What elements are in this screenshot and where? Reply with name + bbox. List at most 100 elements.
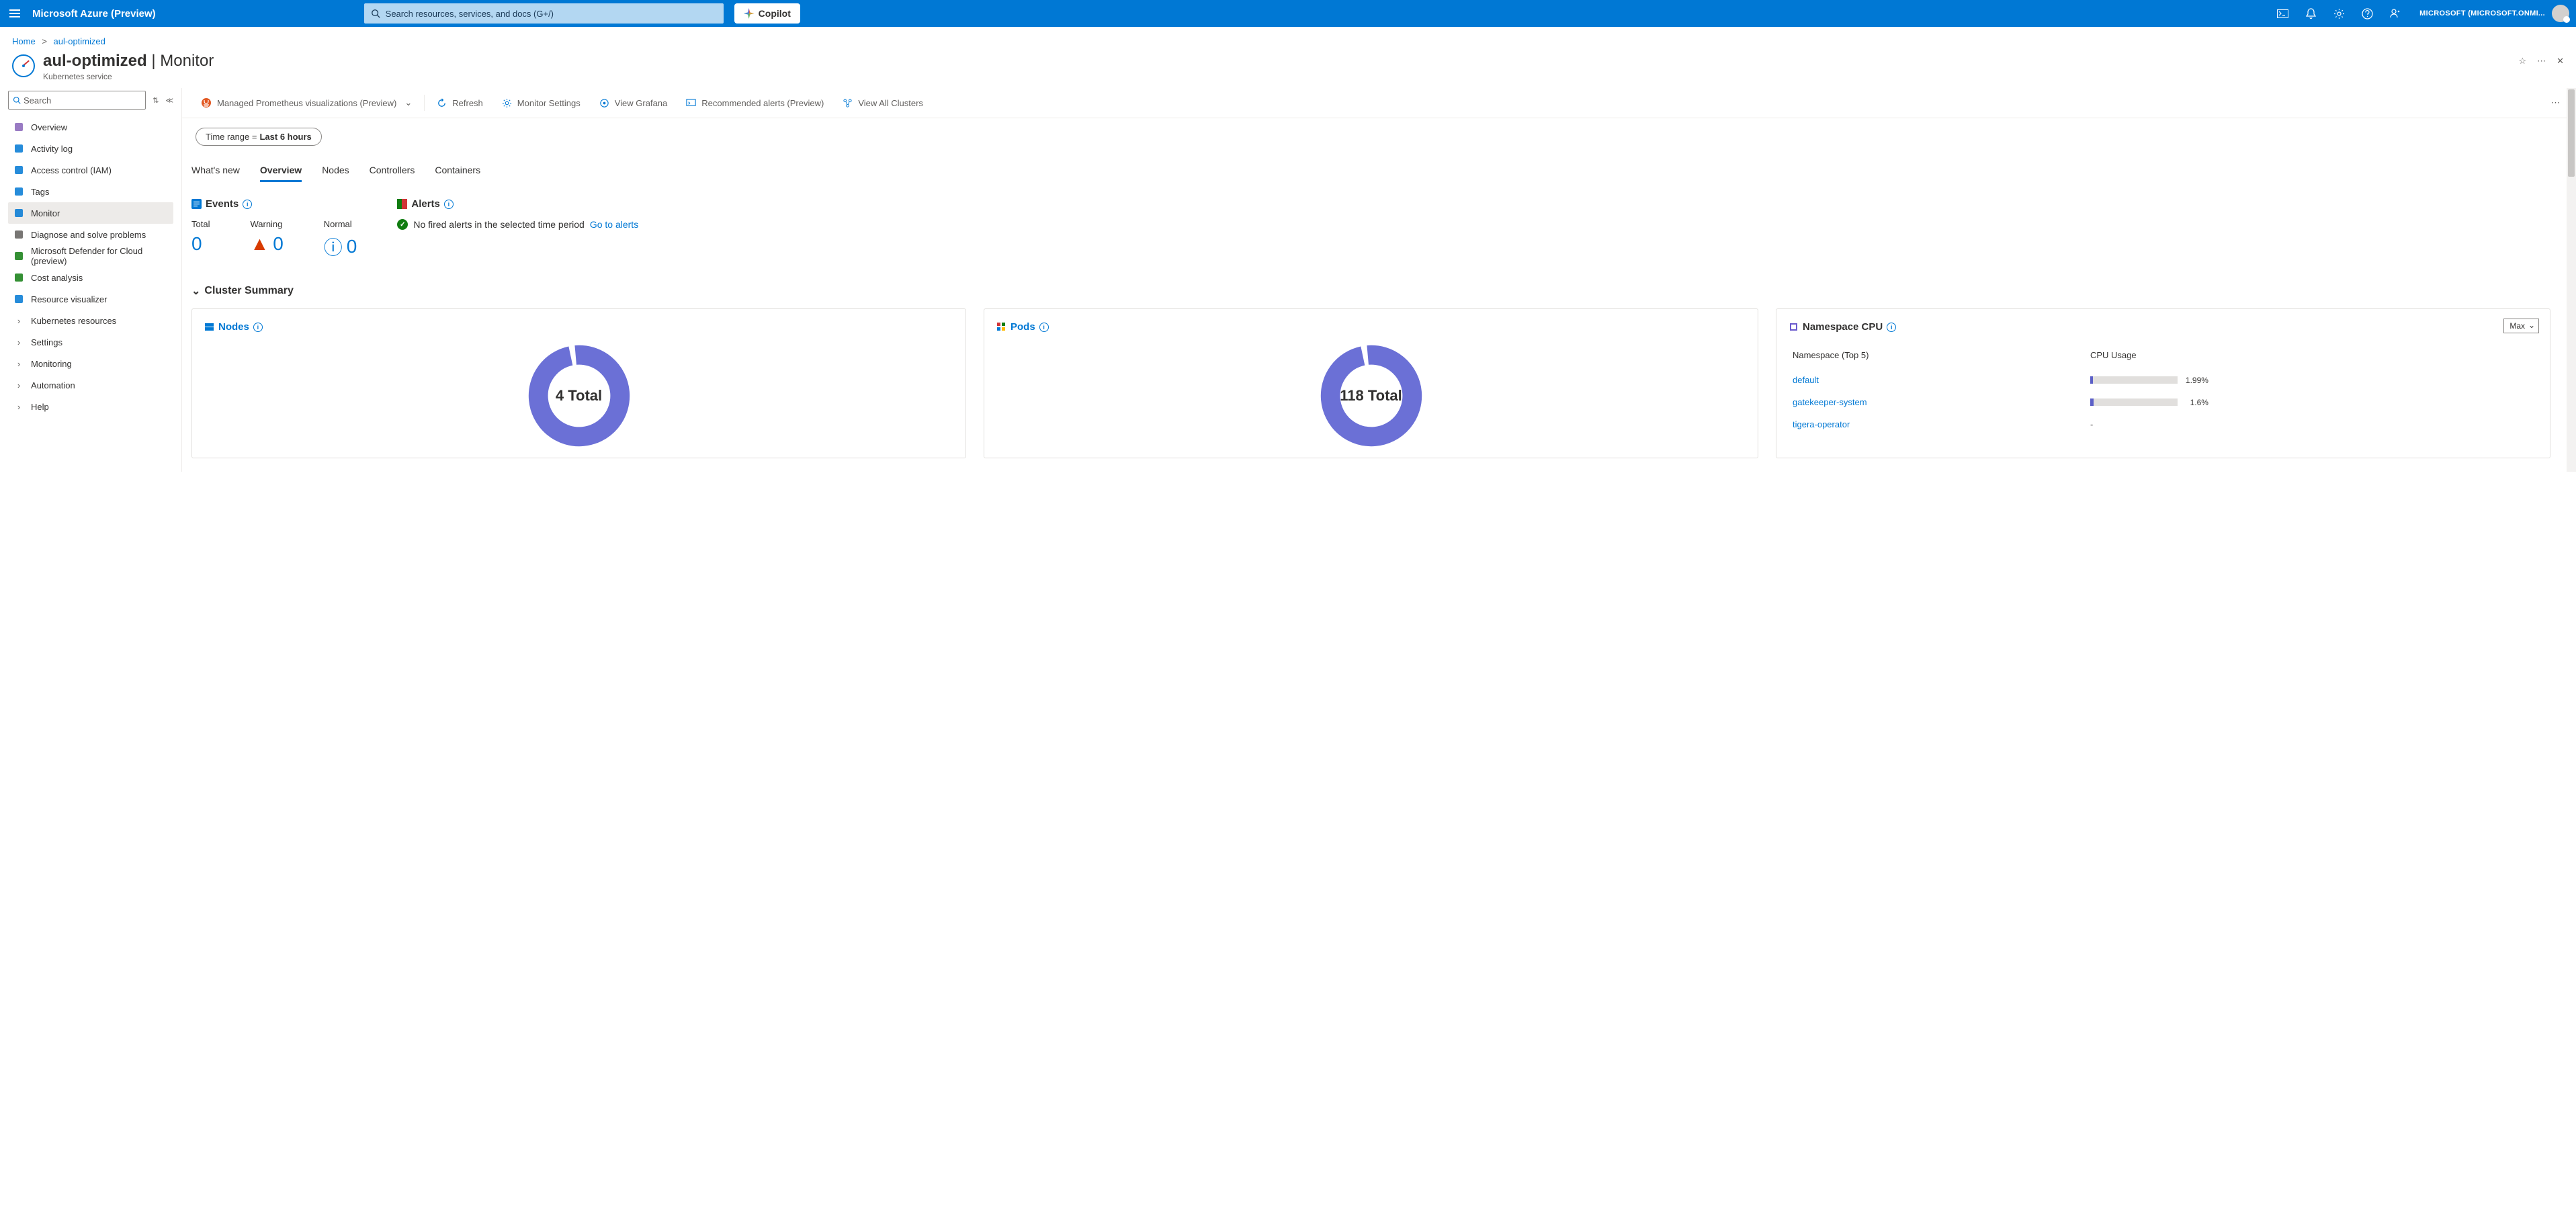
namespace-cpu-card: Namespace CPU i Max Namespace (Top 5) CP… (1776, 308, 2550, 458)
sidebar-collapse-button[interactable]: ≪ (165, 96, 173, 105)
table-row: tigera-operator - (1790, 414, 2536, 435)
sidebar-item-label: Tags (31, 187, 49, 197)
namespace-link[interactable]: default (1793, 375, 1819, 385)
chevron-down-icon: ⌄ (404, 97, 412, 108)
sidebar-item-overview[interactable]: Overview (8, 116, 173, 138)
go-to-alerts-link[interactable]: Go to alerts (590, 219, 638, 230)
info-icon[interactable]: i (444, 200, 454, 209)
events-icon (191, 199, 202, 209)
clusters-icon (843, 98, 853, 108)
more-button[interactable]: ⋯ (2537, 56, 2546, 67)
nodes-card: Nodes i 4 Total (191, 308, 966, 458)
events-total-value[interactable]: 0 (191, 233, 210, 255)
sidebar-item-kubernetes-resources[interactable]: ›Kubernetes resources (8, 310, 173, 331)
pods-card: Pods i 118 Total (984, 308, 1758, 458)
sidebar-item-diagnose-and-solve-problems[interactable]: Diagnose and solve problems (8, 224, 173, 245)
sidebar-item-activity-log[interactable]: Activity log (8, 138, 173, 159)
tab-controllers[interactable]: Controllers (370, 161, 415, 182)
namespace-link[interactable]: tigera-operator (1793, 419, 1850, 429)
copilot-button[interactable]: Copilot (734, 3, 800, 24)
sidebar-item-cost-analysis[interactable]: Cost analysis (8, 267, 173, 288)
cloud-shell-button[interactable] (2269, 0, 2296, 27)
tab-what-s-new[interactable]: What's new (191, 161, 240, 182)
sidebar-search[interactable]: Search (8, 91, 146, 110)
sidebar-item-microsoft-defender-for-cloud-preview[interactable]: Microsoft Defender for Cloud (preview) (8, 245, 173, 267)
alerts-title: Alerts (411, 198, 440, 210)
favorite-button[interactable]: ☆ (2518, 56, 2526, 67)
sidebar-item-access-control-iam[interactable]: Access control (IAM) (8, 159, 173, 181)
alerts-message: No fired alerts in the selected time per… (413, 219, 584, 230)
namespace-cpu-table: Namespace (Top 5) CPU Usage default1.99%… (1789, 342, 2538, 436)
sidebar-search-placeholder: Search (24, 95, 51, 106)
vertical-scrollbar[interactable] (2567, 88, 2576, 472)
pods-title[interactable]: Pods (1011, 321, 1035, 333)
table-row: default1.99% (1790, 370, 2536, 390)
view-grafana-button[interactable]: View Grafana (590, 95, 677, 111)
help-button[interactable] (2354, 0, 2380, 27)
sidebar-item-label: Monitoring (31, 359, 72, 369)
refresh-label: Refresh (452, 98, 483, 108)
info-icon[interactable]: i (1887, 323, 1896, 332)
sidebar-item-label: Access control (IAM) (31, 165, 112, 175)
sidebar-item-monitor[interactable]: Monitor (8, 202, 173, 224)
sidebar-item-resource-visualizer[interactable]: Resource visualizer (8, 288, 173, 310)
monitor-settings-button[interactable]: Monitor Settings (492, 95, 590, 111)
warning-icon: ▲ (250, 233, 269, 255)
chevron-right-icon: › (13, 315, 24, 326)
info-icon[interactable]: i (1039, 323, 1049, 332)
account-label[interactable]: MICROSOFT (MICROSOFT.ONMI... (2419, 9, 2545, 17)
time-range-pill[interactable]: Time range = Last 6 hours (196, 128, 322, 146)
cpu-bar (2090, 376, 2178, 384)
sidebar-item-label: Help (31, 402, 49, 412)
events-warning-value[interactable]: 0 (273, 233, 284, 255)
nodes-total-label: 4 Total (556, 387, 602, 405)
settings-button[interactable] (2325, 0, 2352, 27)
refresh-button[interactable]: Refresh (427, 95, 492, 111)
nodes-title[interactable]: Nodes (218, 321, 249, 333)
alerts-icon (686, 98, 696, 108)
sidebar-item-automation[interactable]: ›Automation (8, 374, 173, 396)
hamburger-menu-button[interactable] (9, 7, 23, 20)
notifications-button[interactable] (2297, 0, 2324, 27)
feedback-button[interactable] (2382, 0, 2409, 27)
gear-icon (502, 98, 512, 108)
breadcrumb-home[interactable]: Home (12, 36, 36, 46)
cluster-summary-title: Cluster Summary (204, 285, 294, 297)
view-all-clusters-label: View All Clusters (858, 98, 923, 108)
global-search[interactable]: Search resources, services, and docs (G+… (364, 3, 724, 24)
tab-containers[interactable]: Containers (435, 161, 480, 182)
chevron-right-icon: › (13, 380, 24, 390)
close-button[interactable]: ✕ (2557, 56, 2564, 67)
sidebar-item-help[interactable]: ›Help (8, 396, 173, 417)
sidebar-item-tags[interactable]: Tags (8, 181, 173, 202)
recommended-alerts-label: Recommended alerts (Preview) (701, 98, 824, 108)
tab-overview[interactable]: Overview (260, 161, 302, 182)
sidebar-sort-button[interactable]: ⇅ (153, 96, 159, 105)
cpu-value: - (2088, 414, 2536, 435)
account-avatar[interactable] (2552, 5, 2569, 22)
title-separator: | (147, 52, 161, 70)
info-icon[interactable]: i (243, 200, 252, 209)
command-bar-overflow[interactable]: ⋯ (2544, 95, 2567, 111)
recommended-alerts-button[interactable]: Recommended alerts (Preview) (677, 95, 833, 111)
page-title-row: aul-optimized | Monitor Kubernetes servi… (0, 48, 2576, 88)
table-row: gatekeeper-system1.6% (1790, 392, 2536, 413)
prometheus-dropdown[interactable]: Managed Prometheus visualizations (Previ… (191, 95, 421, 111)
sidebar-item-monitoring[interactable]: ›Monitoring (8, 353, 173, 374)
sidebar-item-label: Cost analysis (31, 273, 83, 283)
tab-nodes[interactable]: Nodes (322, 161, 349, 182)
iam-icon (13, 165, 24, 175)
defender-icon (13, 251, 24, 261)
info-icon[interactable]: i (253, 323, 263, 332)
time-range-prefix: Time range = (206, 132, 257, 142)
cluster-summary-toggle[interactable]: ⌄ Cluster Summary (191, 284, 2550, 298)
sidebar-item-label: Activity log (31, 144, 73, 154)
content: Managed Prometheus visualizations (Previ… (181, 88, 2576, 472)
sidebar-item-settings[interactable]: ›Settings (8, 331, 173, 353)
view-all-clusters-button[interactable]: View All Clusters (833, 95, 933, 111)
namespace-link[interactable]: gatekeeper-system (1793, 397, 1867, 407)
page-title: aul-optimized | Monitor (43, 52, 214, 71)
aggregation-select[interactable]: Max (2503, 319, 2539, 333)
events-normal-value[interactable]: 0 (347, 236, 357, 257)
breadcrumb-current[interactable]: aul-optimized (54, 36, 105, 46)
